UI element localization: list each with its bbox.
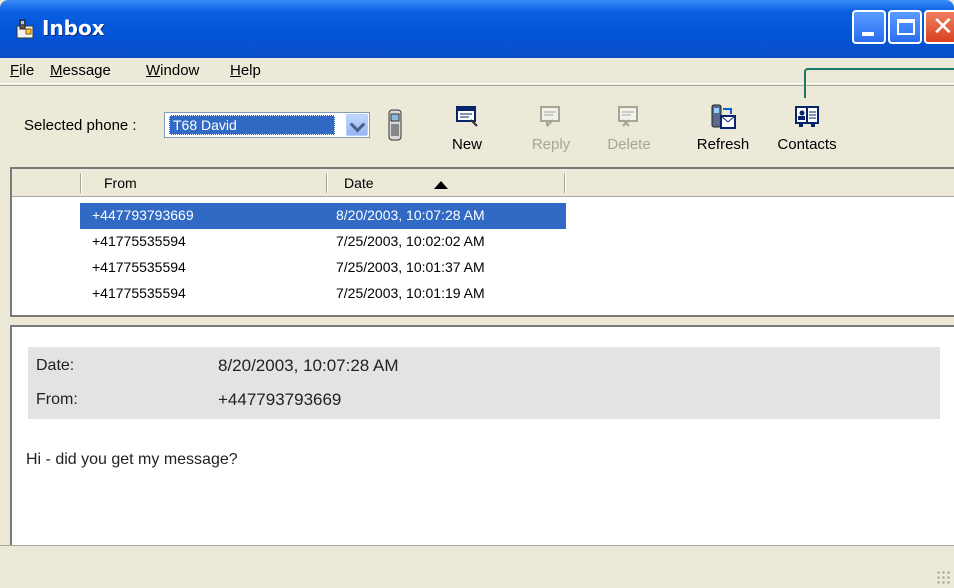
- refresh-button[interactable]: Refresh: [690, 100, 756, 160]
- menu-file-accel: F: [10, 62, 20, 79]
- from-value: +447793793669: [218, 390, 342, 409]
- refresh-icon: [711, 104, 736, 129]
- column-divider[interactable]: [80, 173, 82, 193]
- row-from: +41775535594: [92, 285, 186, 301]
- menu-help[interactable]: Help: [230, 62, 261, 79]
- contacts-button[interactable]: Contacts: [772, 100, 842, 160]
- date-label: Date:: [36, 357, 75, 374]
- reply-icon: [540, 106, 560, 127]
- new-button[interactable]: New: [434, 100, 500, 160]
- table-row[interactable]: +41775535594 7/25/2003, 10:02:02 AM: [80, 229, 566, 255]
- delete-label: Delete: [607, 136, 651, 153]
- resize-grip-icon[interactable]: [936, 570, 950, 584]
- menu-window-label: indow: [160, 62, 200, 79]
- row-date: 7/25/2003, 10:01:19 AM: [336, 285, 485, 301]
- menu-file-label: ile: [19, 62, 35, 79]
- column-header-from[interactable]: From: [104, 175, 137, 191]
- row-date: 7/25/2003, 10:02:02 AM: [336, 233, 485, 249]
- refresh-label: Refresh: [696, 136, 750, 153]
- contacts-label: Contacts: [777, 136, 837, 153]
- title-bar[interactable]: Inbox ✕: [0, 0, 954, 58]
- message-list[interactable]: From Date +447793793669 8/20/2003, 10:07…: [10, 167, 954, 317]
- menu-window-accel: W: [146, 62, 161, 79]
- list-header: From Date: [12, 169, 954, 197]
- minimize-icon: [862, 32, 874, 36]
- close-icon: ✕: [932, 12, 954, 42]
- message-body: Hi - did you get my message?: [26, 451, 238, 468]
- selected-phone-label: Selected phone :: [24, 117, 137, 134]
- menu-help-accel: H: [230, 62, 241, 79]
- column-header-date[interactable]: Date: [344, 175, 374, 191]
- phone-select-value: T68 David: [169, 115, 335, 135]
- close-button[interactable]: ✕: [924, 10, 954, 44]
- maximize-icon: [897, 19, 915, 35]
- chevron-down-icon[interactable]: [346, 114, 368, 136]
- contacts-icon: [795, 106, 819, 127]
- date-value: 8/20/2003, 10:07:28 AM: [218, 356, 399, 375]
- menu-file[interactable]: File: [10, 62, 34, 79]
- row-date: 7/25/2003, 10:01:37 AM: [336, 259, 485, 275]
- table-row[interactable]: +41775535594 7/25/2003, 10:01:37 AM: [80, 255, 566, 281]
- row-date: 8/20/2003, 10:07:28 AM: [336, 207, 485, 223]
- maximize-button[interactable]: [888, 10, 922, 44]
- row-from: +41775535594: [92, 233, 186, 249]
- reply-button[interactable]: Reply: [518, 100, 584, 160]
- menu-window[interactable]: Window: [146, 62, 199, 79]
- menu-message-accel: M: [50, 62, 63, 79]
- table-row[interactable]: +41775535594 7/25/2003, 10:01:19 AM: [80, 281, 566, 307]
- pane-splitter[interactable]: [0, 317, 954, 325]
- message-preview: Date: 8/20/2003, 10:07:28 AM From: +4477…: [10, 325, 954, 545]
- reply-label: Reply: [531, 136, 571, 153]
- window-title: Inbox: [42, 16, 105, 40]
- inbox-app-icon: [16, 19, 34, 39]
- column-divider[interactable]: [564, 173, 566, 193]
- row-from: +447793793669: [92, 207, 194, 223]
- new-message-icon: [456, 106, 478, 127]
- menu-help-label: elp: [240, 62, 261, 79]
- message-header: Date: 8/20/2003, 10:07:28 AM From: +4477…: [28, 347, 940, 419]
- table-row[interactable]: +447793793669 8/20/2003, 10:07:28 AM: [80, 203, 566, 229]
- delete-button[interactable]: Delete: [596, 100, 662, 160]
- row-from: +41775535594: [92, 259, 186, 275]
- from-label: From:: [36, 391, 78, 408]
- menu-message-label: essage: [62, 62, 111, 79]
- status-bar: [0, 545, 954, 588]
- phone-select[interactable]: T68 David: [164, 112, 370, 138]
- callout-line: [804, 68, 954, 98]
- column-divider[interactable]: [326, 173, 328, 193]
- mobile-phone-icon: [388, 109, 402, 141]
- minimize-button[interactable]: [852, 10, 886, 44]
- delete-icon: [618, 106, 638, 127]
- sort-ascending-icon: [434, 181, 448, 189]
- new-label: New: [451, 136, 482, 153]
- menu-message[interactable]: Message: [50, 62, 111, 79]
